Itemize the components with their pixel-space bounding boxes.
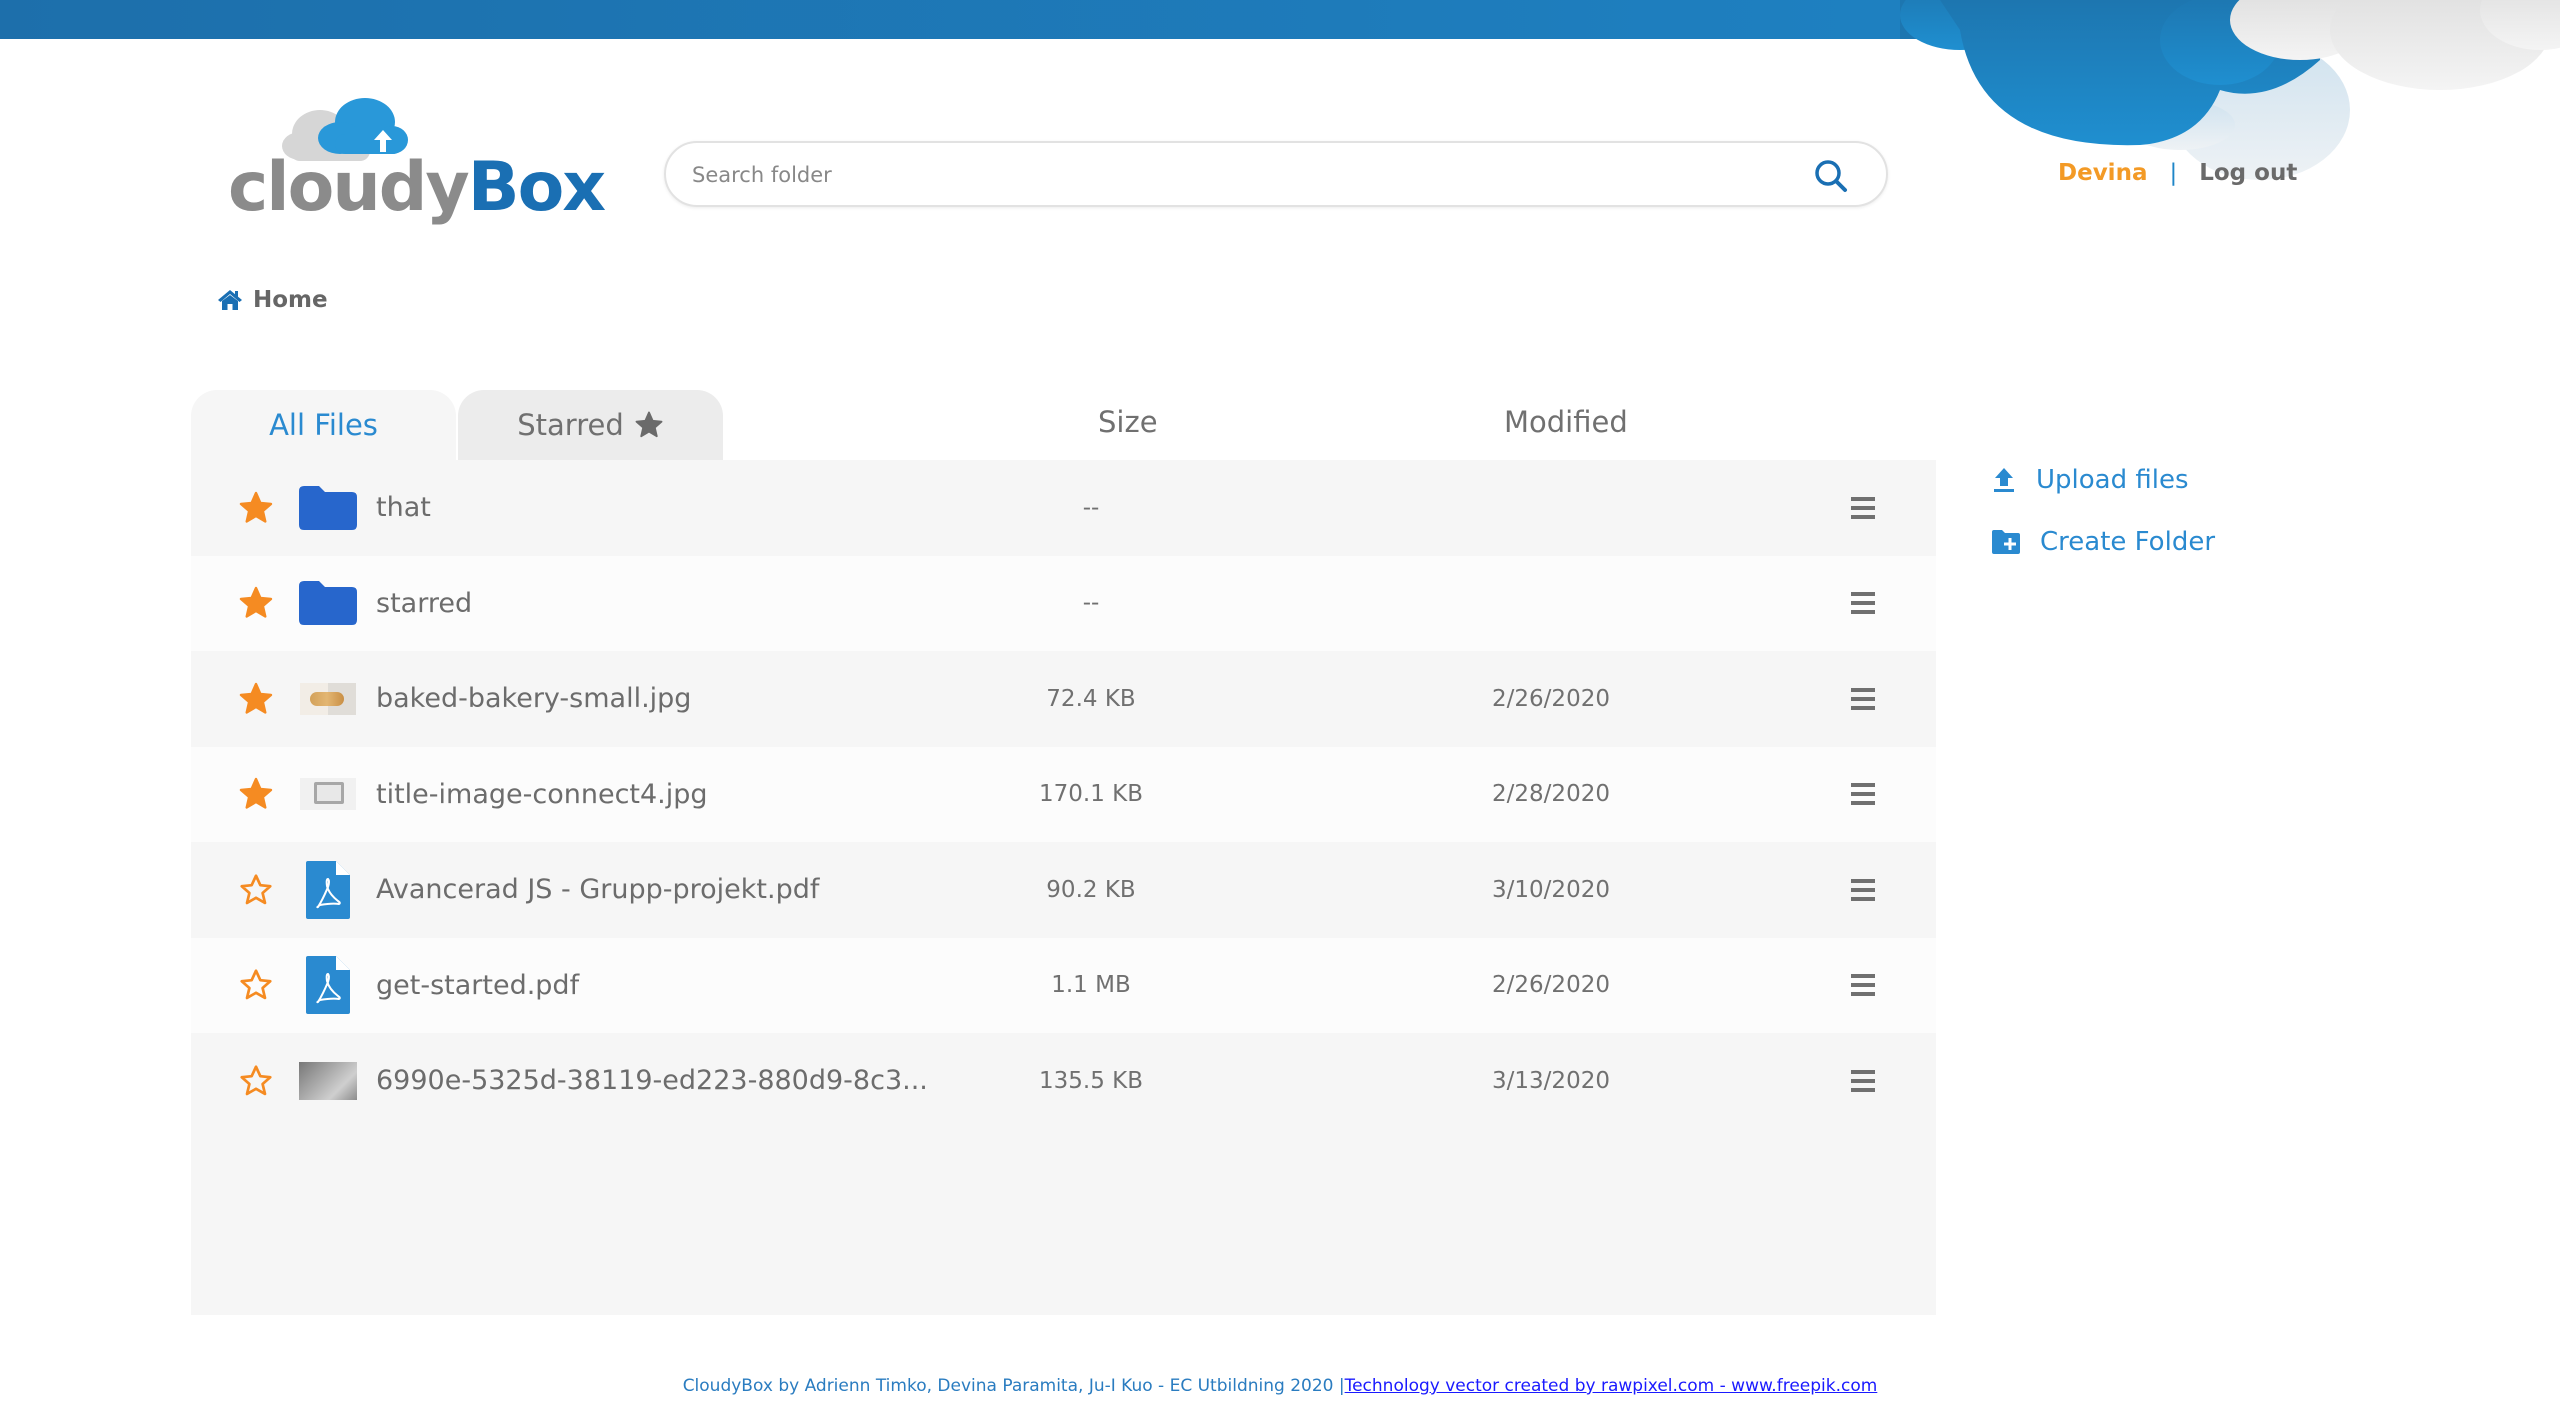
file-size: 170.1 KB [1038,781,1144,807]
star-filled-icon[interactable] [238,490,274,526]
create-folder-button[interactable]: Create Folder [1990,517,2215,567]
upload-icon [1994,468,2014,492]
column-header-size[interactable]: Size [1098,405,1158,439]
file-name[interactable]: baked-bakery-small.jpg [376,683,691,714]
upload-files-button[interactable]: Upload files [1990,455,2215,505]
file-table: that -- starred -- baked-bakery-small.jpg 72.… [191,460,1936,1315]
file-name[interactable]: 6990e-5325d-38119-ed223-880d9-8c3... [376,1065,928,1096]
username[interactable]: Devina [2058,160,2147,186]
file-row[interactable]: 6990e-5325d-38119-ed223-880d9-8c3... 135.… [191,1033,1936,1128]
file-size: -- [1082,494,1100,521]
row-menu-icon[interactable] [1851,592,1875,614]
actions-panel: Upload files Create Folder [1990,455,2215,579]
file-row[interactable]: that -- [191,460,1936,555]
search-input[interactable] [690,157,1794,193]
column-header-modified[interactable]: Modified [1504,405,1628,439]
file-modified: 3/10/2020 [1492,876,1610,903]
file-size: 135.5 KB [1038,1067,1144,1094]
file-name[interactable]: starred [376,588,472,619]
file-row[interactable]: get-started.pdf 1.1 MB 2/26/2020 [191,937,1936,1033]
user-menu: Devina | Log out [2058,160,2297,186]
file-row[interactable]: title-image-connect4.jpg 170.1 KB 2/28/202… [191,746,1936,842]
tab-starred[interactable]: Starred [458,390,723,460]
image-thumbnail [299,670,357,728]
user-separator: | [2169,160,2178,186]
row-menu-icon[interactable] [1851,496,1875,519]
file-name[interactable]: title-image-connect4.jpg [376,779,708,810]
row-menu-icon[interactable] [1851,687,1875,710]
file-size: 72.4 KB [1046,685,1136,712]
row-menu-icon[interactable] [1851,783,1875,805]
breadcrumb: Home [217,287,328,313]
image-thumbnail [299,765,357,823]
footer-freepik-link[interactable]: Technology vector created by rawpixel.co… [1345,1376,1878,1396]
file-modified: 3/13/2020 [1492,1067,1610,1094]
file-row[interactable]: baked-bakery-small.jpg 72.4 KB 2/26/2020 [191,651,1936,746]
star-icon [635,411,663,438]
file-name[interactable]: get-started.pdf [376,970,579,1001]
tab-all-files[interactable]: All Files [191,390,456,460]
logout-link[interactable]: Log out [2199,160,2297,186]
file-modified: 2/26/2020 [1492,972,1610,998]
logo-wordmark: cloudyBox [228,148,606,227]
pdf-file-icon [299,860,357,919]
folder-icon [299,479,357,537]
star-outline-icon[interactable] [238,1063,274,1099]
file-size: -- [1082,590,1100,616]
cloudybox-logo[interactable]: cloudyBox [228,96,606,231]
file-modified: 2/28/2020 [1492,781,1610,807]
breadcrumb-home[interactable]: Home [253,287,328,313]
row-menu-icon[interactable] [1851,1069,1875,1092]
file-size: 90.2 KB [1046,876,1136,903]
star-outline-icon[interactable] [238,872,274,908]
file-row[interactable]: starred -- [191,555,1936,651]
row-menu-icon[interactable] [1851,878,1875,901]
row-menu-icon[interactable] [1851,974,1875,996]
file-tabs: All Files Starred [191,390,723,460]
file-size: 1.1 MB [1051,972,1131,998]
file-row[interactable]: Avancerad JS - Grupp-projekt.pdf 90.2 KB 3… [191,842,1936,937]
file-name[interactable]: Avancerad JS - Grupp-projekt.pdf [376,874,819,905]
pdf-file-icon [299,956,357,1014]
star-outline-icon[interactable] [238,967,274,1003]
home-icon [218,290,242,310]
search-icon[interactable] [1814,159,1848,193]
star-filled-icon[interactable] [238,776,274,812]
folder-icon [299,574,357,632]
footer: CloudyBox by Adrienn Timko, Devina Param… [0,1376,2560,1396]
image-thumbnail [299,1052,357,1110]
search-bar [664,141,1888,207]
footer-credits: CloudyBox by Adrienn Timko, Devina Param… [682,1376,1345,1396]
file-name[interactable]: that [376,492,431,523]
create-folder-icon [1992,530,2020,554]
star-filled-icon[interactable] [238,681,274,717]
file-modified: 2/26/2020 [1492,685,1610,712]
star-filled-icon[interactable] [238,585,274,621]
